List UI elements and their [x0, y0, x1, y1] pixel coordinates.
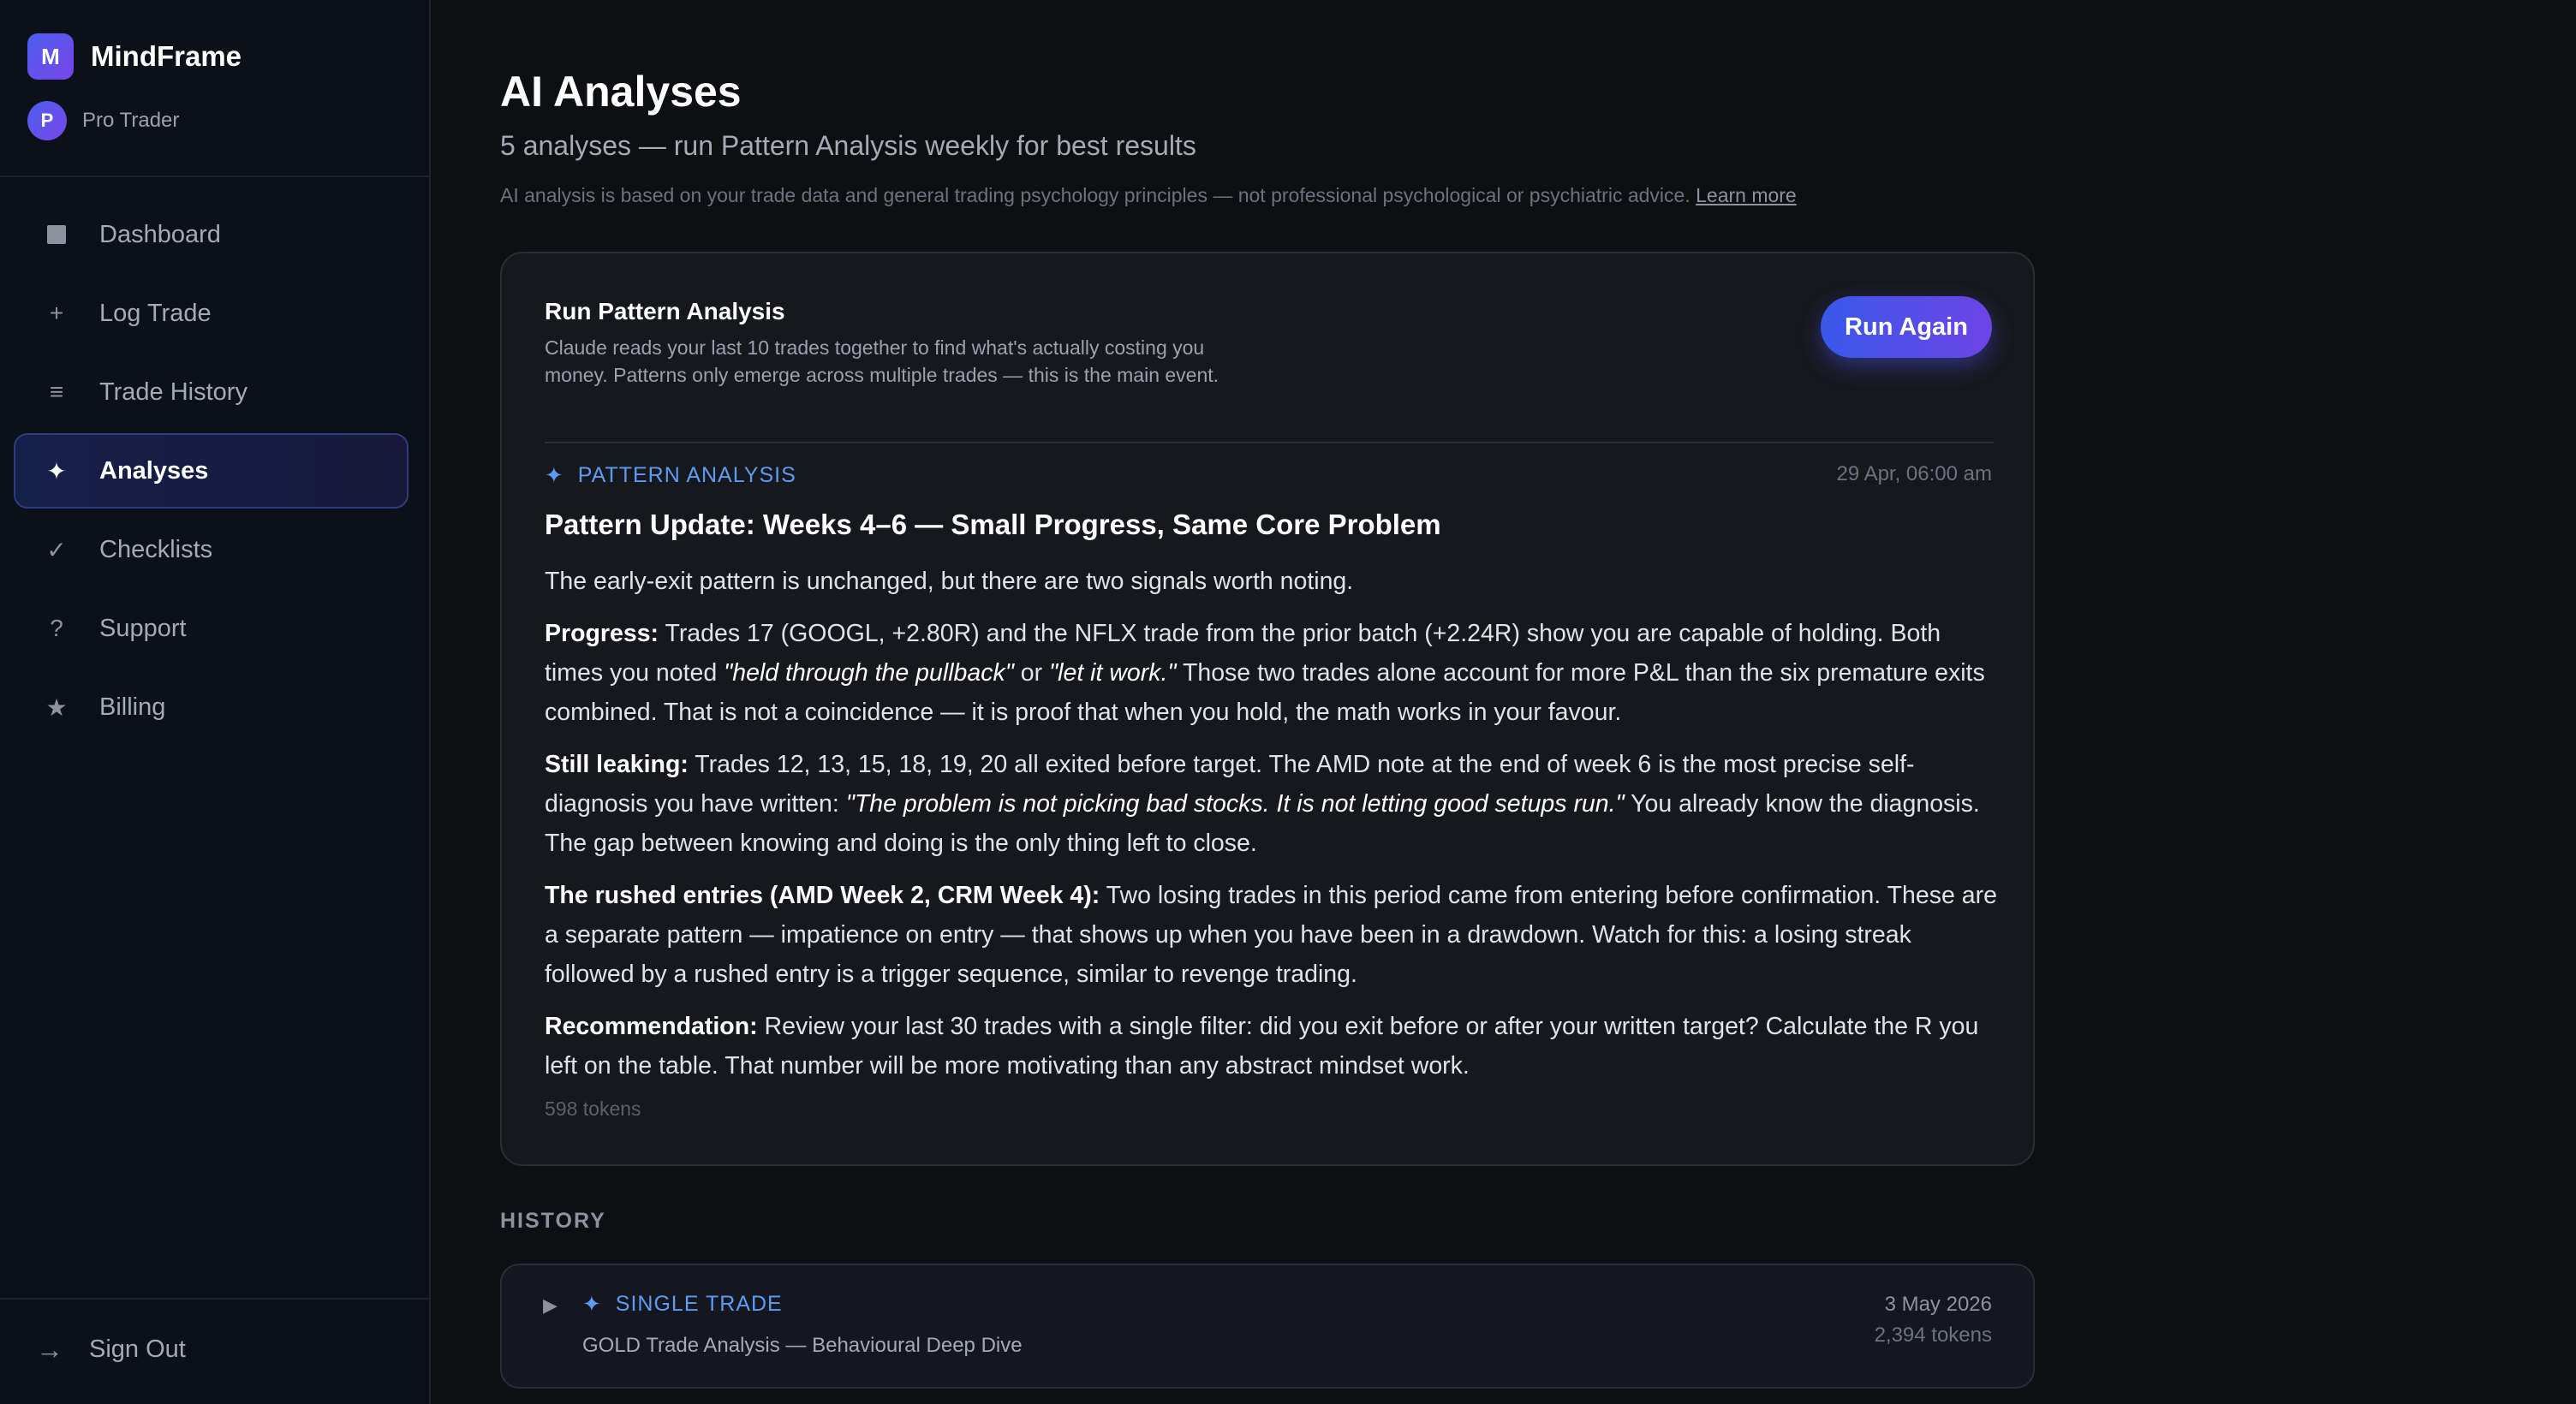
sign-out-button[interactable]: → Sign Out	[36, 1334, 186, 1365]
paragraph-label: Progress:	[545, 620, 659, 647]
paragraph-label: The rushed entries (AMD Week 2, CRM Week…	[545, 882, 1100, 909]
paragraph-label: Recommendation:	[545, 1013, 758, 1040]
list-icon: ≡	[49, 378, 64, 405]
token-count: 598 tokens	[545, 1098, 641, 1120]
history-item-tokens: 2,394 tokens	[1874, 1324, 1992, 1347]
sidebar-item-label: Trade History	[99, 378, 247, 406]
history-type-label: SINGLE TRADE	[615, 1292, 783, 1316]
analysis-leaking-paragraph: Still leaking: Trades 12, 13, 15, 18, 19…	[545, 745, 2001, 863]
analysis-recommendation-paragraph: Recommendation: Review your last 30 trad…	[545, 1007, 2001, 1086]
page-title: AI Analyses	[500, 68, 742, 116]
brand-name: MindFrame	[91, 40, 242, 72]
analysis-type-badge: ✦ PATTERN ANALYSIS	[545, 462, 796, 489]
disclaimer: AI analysis is based on your trade data …	[500, 184, 1797, 207]
page-subtitle: 5 analyses — run Pattern Analysis weekly…	[500, 130, 1196, 161]
sidebar-item-label: Dashboard	[99, 220, 221, 248]
sidebar-item-analyses[interactable]: ✦ Analyses	[14, 433, 408, 509]
quote: "The problem is not picking bad stocks. …	[845, 790, 1625, 818]
run-analysis-title: Run Pattern Analysis	[545, 298, 785, 324]
analysis-intro: The early-exit pattern is unchanged, but…	[545, 568, 1354, 595]
user-plan: Pro Trader	[82, 109, 180, 132]
quote: "let it work."	[1049, 659, 1177, 687]
dashboard-square-icon	[39, 225, 74, 244]
sparkle-icon: ✦	[46, 457, 67, 485]
history-item[interactable]: ▶ ✦ SINGLE TRADE GOLD Trade Analysis — B…	[500, 1264, 2035, 1389]
analysis-title: Pattern Update: Weeks 4–6 — Small Progre…	[545, 509, 1441, 540]
sidebar: M MindFrame P Pro Trader Dashboard + Log…	[0, 0, 431, 1404]
history-item-date: 3 May 2026	[1884, 1293, 1992, 1316]
checkmark-icon: ✓	[46, 536, 67, 563]
app-root: M MindFrame P Pro Trader Dashboard + Log…	[0, 0, 2576, 1404]
history-heading: HISTORY	[500, 1209, 606, 1233]
analysis-progress-paragraph: Progress: Trades 17 (GOOGL, +2.80R) and …	[545, 614, 2001, 732]
analysis-rushed-paragraph: The rushed entries (AMD Week 2, CRM Week…	[545, 876, 2001, 994]
sidebar-item-dashboard[interactable]: Dashboard	[14, 197, 408, 272]
brand[interactable]: M MindFrame	[27, 33, 242, 80]
star-icon: ★	[45, 693, 68, 721]
sidebar-divider-bottom	[0, 1298, 431, 1300]
run-analysis-description: Claude reads your last 10 trades togethe…	[545, 336, 1219, 386]
sidebar-item-label: Analyses	[99, 456, 209, 485]
disclaimer-text: AI analysis is based on your trade data …	[500, 184, 1690, 206]
plus-icon: +	[49, 300, 64, 326]
card-divider	[545, 442, 1994, 443]
user-profile[interactable]: P Pro Trader	[27, 101, 179, 140]
sidebar-nav: Dashboard + Log Trade ≡ Trade History ✦ …	[14, 197, 408, 748]
sign-out-label: Sign Out	[89, 1336, 186, 1363]
sidebar-item-billing[interactable]: ★ Billing	[14, 669, 408, 745]
paragraph-label: Still leaking:	[545, 751, 689, 778]
avatar: P	[27, 101, 67, 140]
sidebar-item-label: Support	[99, 614, 187, 642]
sidebar-item-label: Log Trade	[99, 299, 212, 327]
sidebar-item-support[interactable]: ? Support	[14, 591, 408, 666]
arrow-right-icon: →	[36, 1334, 63, 1365]
history-item-title: GOLD Trade Analysis — Behavioural Deep D…	[582, 1334, 1023, 1357]
sidebar-item-label: Checklists	[99, 535, 213, 563]
sidebar-item-log-trade[interactable]: + Log Trade	[14, 276, 408, 351]
sparkle-icon: ✦	[582, 1291, 602, 1317]
sparkle-icon: ✦	[545, 462, 564, 488]
question-icon: ?	[50, 615, 63, 641]
learn-more-link[interactable]: Learn more	[1696, 184, 1797, 206]
sidebar-item-checklists[interactable]: ✓ Checklists	[14, 512, 408, 587]
sidebar-divider-top	[0, 176, 431, 177]
history-type-badge: ✦ SINGLE TRADE	[582, 1291, 783, 1318]
paragraph-text: Review your last 30 trades with a single…	[545, 1013, 1979, 1080]
sidebar-item-label: Billing	[99, 693, 166, 721]
pattern-analysis-card: Run Pattern Analysis Claude reads your l…	[500, 252, 2035, 1166]
run-again-button[interactable]: Run Again	[1821, 296, 1992, 358]
analysis-body: The early-exit pattern is unchanged, but…	[545, 562, 2001, 1098]
analysis-type-label: PATTERN ANALYSIS	[577, 463, 796, 487]
analysis-timestamp: 29 Apr, 06:00 am	[1836, 462, 1992, 485]
paragraph-text: or	[1013, 659, 1050, 687]
brand-logo-icon: M	[27, 33, 74, 80]
quote: "held through the pullback"	[724, 659, 1014, 687]
expand-caret-icon[interactable]: ▶	[543, 1294, 558, 1317]
sidebar-item-trade-history[interactable]: ≡ Trade History	[14, 354, 408, 430]
